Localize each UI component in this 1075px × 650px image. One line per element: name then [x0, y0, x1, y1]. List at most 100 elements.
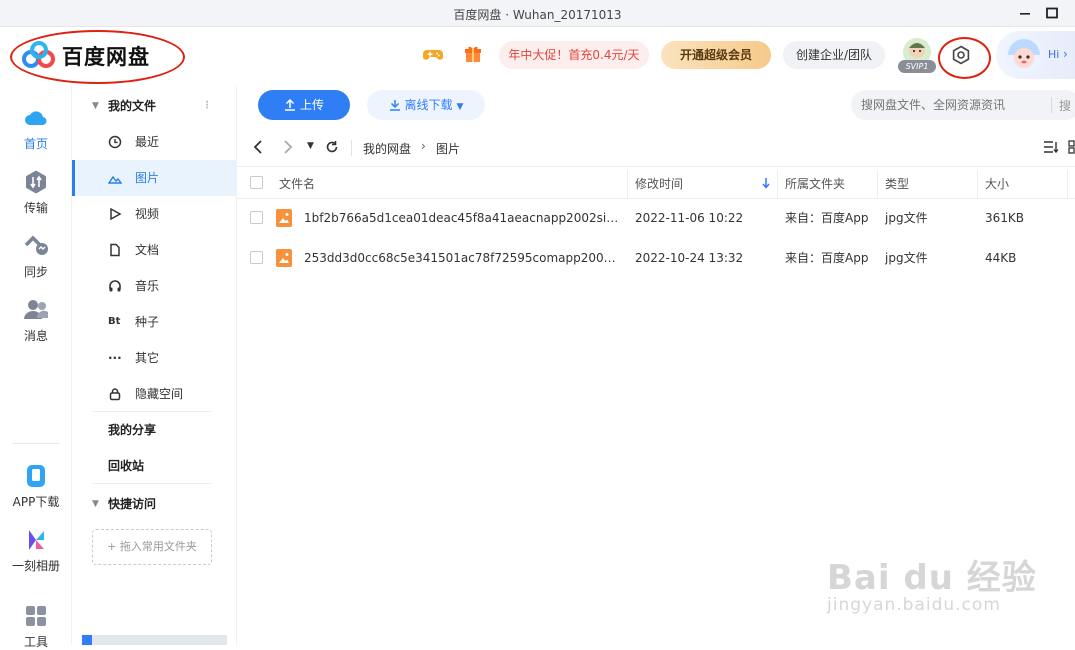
mascot-icon [1005, 36, 1043, 74]
table-top-border [237, 166, 1075, 167]
rail-item-label: APP下载 [12, 495, 60, 509]
image-icon [108, 175, 122, 184]
nav-section-my-files[interactable]: ▼ 我的文件 ⋮ [72, 88, 237, 124]
table-row[interactable]: 253dd3d0cc68c5e341501ac78f72595comapp200… [237, 238, 1075, 278]
nav-item-music[interactable]: 音乐 [72, 268, 237, 304]
nav-item-documents[interactable]: 文档 [72, 232, 237, 268]
view-toggle-icon[interactable] [1067, 139, 1075, 155]
column-divider[interactable] [1067, 170, 1068, 198]
image-file-icon [276, 249, 292, 267]
caret-down-icon: ▼ [92, 499, 99, 509]
nav-item-recent[interactable]: 最近 [72, 124, 237, 160]
image-file-icon [276, 209, 292, 227]
nav-section-quick-access[interactable]: ▼ 快捷访问 [72, 486, 237, 522]
nav-item-video[interactable]: 视频 [72, 196, 237, 232]
upload-button[interactable]: 上传 [258, 90, 350, 120]
offline-download-button[interactable]: 离线下载 ▼ [367, 90, 485, 120]
file-name[interactable]: 253dd3d0cc68c5e341501ac78f72595comapp200… [304, 238, 622, 278]
cloud-icon [25, 111, 47, 126]
nav-item-torrents[interactable]: Bt 种子 [72, 304, 237, 340]
upload-label: 上传 [299, 98, 324, 112]
watermark-logo: Bai du 经验 [827, 558, 1037, 598]
file-modified: 2022-11-06 10:22 [635, 211, 744, 225]
nav-item-other[interactable]: ··· 其它 [72, 340, 237, 376]
column-header-modified[interactable]: 修改时间 [635, 170, 683, 198]
history-dropdown-icon[interactable]: ▼ [307, 141, 314, 151]
nav-section-label: 回收站 [108, 459, 145, 473]
file-type: jpg文件 [885, 251, 928, 265]
video-icon [110, 207, 122, 221]
rail-item-label: 同步 [23, 265, 48, 279]
search-input[interactable] [851, 90, 1075, 120]
clock-icon [108, 135, 122, 149]
nav-item-hidden-space[interactable]: 隐藏空间 [72, 376, 237, 412]
annotation-circle-logo [10, 30, 185, 84]
sync-icon [24, 235, 48, 255]
promo-banner[interactable]: 年中大促！首充0.4元/天 [499, 41, 649, 69]
rail-item-album[interactable]: 一刻相册 [0, 527, 72, 574]
row-checkbox[interactable] [250, 251, 263, 264]
vip-button[interactable]: 开通超级会员 [661, 41, 771, 69]
select-all-checkbox[interactable] [250, 176, 263, 189]
quick-access-drop-zone[interactable]: + 拖入常用文件夹 [92, 529, 212, 565]
breadcrumb-root[interactable]: 我的网盘 [363, 140, 411, 157]
file-nav-panel: ▼ 我的文件 ⋮ 最近 图片 视频 文档 音乐 Bt 种子 ··· 其它 隐藏空… [72, 85, 237, 645]
rail-item-home[interactable]: 首页 [0, 105, 72, 152]
sort-icon[interactable] [1043, 140, 1059, 154]
column-header-folder[interactable]: 所属文件夹 [785, 170, 845, 198]
tools-icon [26, 606, 46, 626]
file-folder[interactable]: 来自：百度App [785, 238, 875, 278]
transfer-icon [26, 170, 46, 194]
document-icon [110, 243, 120, 257]
lock-icon [109, 388, 121, 401]
row-checkbox[interactable] [250, 211, 263, 224]
nav-divider [92, 483, 212, 484]
rail-item-app-download[interactable]: APP下载 [0, 463, 72, 510]
create-team-button[interactable]: 创建企业/团队 [783, 41, 885, 69]
rail-item-label: 消息 [23, 329, 48, 343]
file-folder[interactable]: 来自：百度App [785, 198, 875, 238]
nav-item-my-share[interactable]: 我的分享 [72, 412, 237, 448]
column-divider[interactable] [877, 170, 878, 198]
search-global-hint[interactable]: 搜 [1059, 97, 1071, 114]
rail-item-sync[interactable]: 同步 [0, 233, 72, 280]
nav-item-label: 文档 [135, 243, 160, 257]
search-divider [1051, 97, 1052, 113]
gift-icon[interactable] [464, 45, 482, 63]
storage-bar-fill [82, 635, 92, 645]
rail-item-messages[interactable]: 消息 [0, 297, 72, 344]
minimize-icon[interactable] [1018, 6, 1032, 20]
rail-item-label: 工具 [23, 635, 48, 649]
headphone-icon [109, 280, 121, 292]
table-row[interactable]: 1bf2b766a5d1cea01deac45f8a41aeacnapp2002… [237, 198, 1075, 238]
back-icon[interactable] [251, 139, 265, 155]
column-header-type[interactable]: 类型 [885, 170, 909, 198]
rail-item-tools[interactable]: 工具 [0, 603, 72, 650]
game-icon[interactable] [423, 46, 443, 64]
nav-section-label: 我的文件 [108, 99, 157, 113]
bt-icon: Bt [108, 316, 121, 327]
refresh-icon[interactable] [325, 140, 339, 154]
assistant-entry[interactable]: Hi › [996, 31, 1075, 79]
caret-down-icon: ▼ [92, 101, 99, 111]
rail-item-transfer[interactable]: 传输 [0, 169, 72, 216]
phone-icon [27, 465, 45, 487]
more-vertical-icon[interactable]: ⋮ [202, 88, 212, 124]
title-bar: 百度网盘 · Wuhan_20171013 [0, 0, 1075, 27]
column-divider[interactable] [977, 170, 978, 198]
file-type: jpg文件 [885, 211, 928, 225]
nav-item-label: 种子 [135, 315, 160, 329]
sort-desc-icon[interactable] [761, 177, 771, 189]
avatar[interactable]: SVIP1 [898, 37, 937, 75]
nav-item-label: 图片 [135, 171, 160, 185]
column-header-name[interactable]: 文件名 [279, 170, 315, 198]
nav-item-recycle-bin[interactable]: 回收站 [72, 448, 237, 484]
nav-item-images[interactable]: 图片 [72, 160, 237, 196]
column-divider[interactable] [627, 170, 628, 198]
rail-divider [12, 443, 60, 444]
file-name[interactable]: 1bf2b766a5d1cea01deac45f8a41aeacnapp2002… [304, 198, 622, 238]
maximize-icon[interactable] [1045, 6, 1059, 20]
forward-icon[interactable] [281, 139, 295, 155]
column-divider[interactable] [777, 170, 778, 198]
column-header-size[interactable]: 大小 [985, 170, 1009, 198]
